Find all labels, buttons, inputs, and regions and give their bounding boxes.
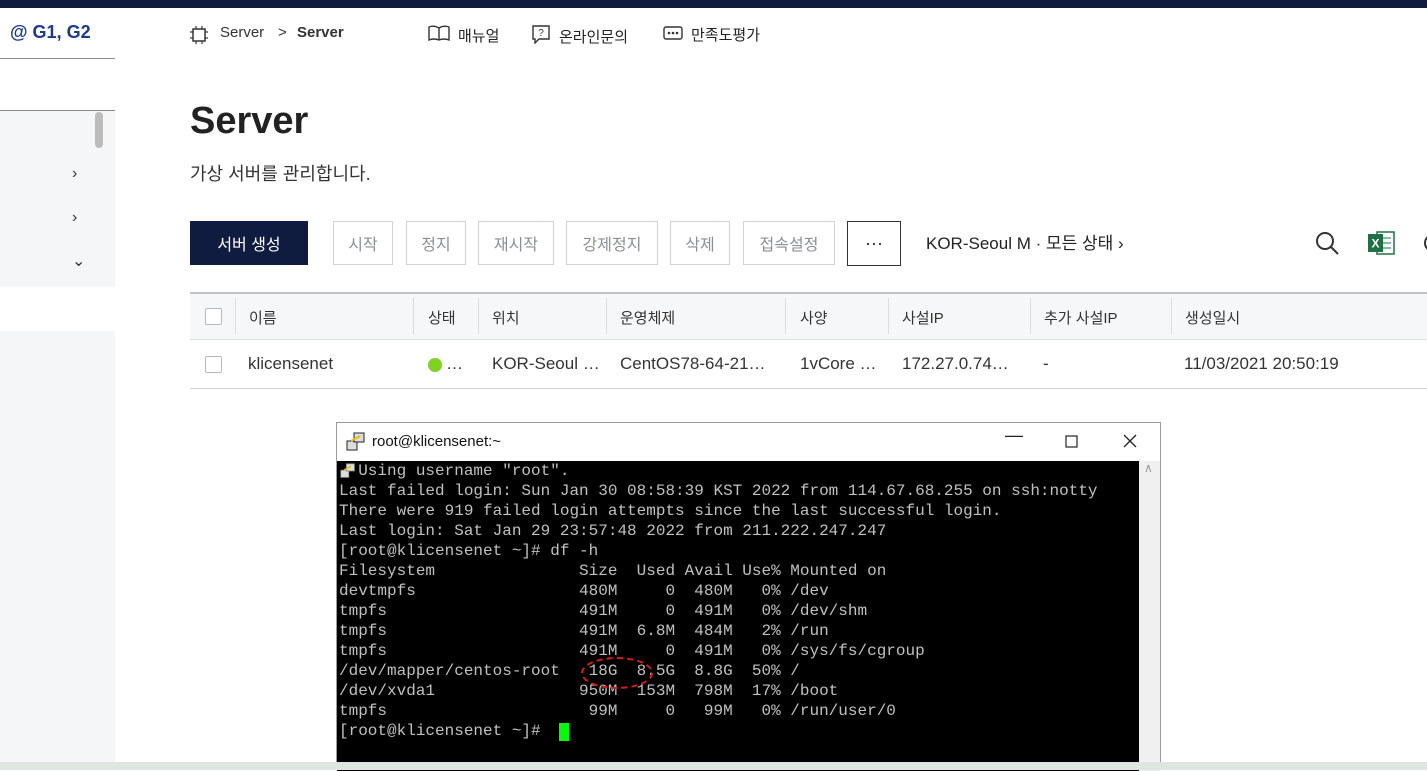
column-created[interactable]: 생성일시 [1185,307,1240,328]
sidebar: @ G1, G2 › › ⌄ [0,8,115,762]
terminal-line: /dev/xvda1 950M 153M 798M 17% /boot [339,682,839,700]
column-separator [235,298,236,334]
sidebar-brand[interactable]: @ G1, G2 [10,22,91,43]
cell-name[interactable]: klicensenet [248,354,333,374]
sidebar-scrollbar[interactable] [95,112,103,148]
terminal-line: There were 919 failed login attempts sin… [339,502,1002,520]
terminal-line: [root@klicensenet ~]# [339,722,551,740]
column-separator [478,298,479,334]
excel-icon[interactable]: X [1367,230,1395,261]
page-title: Server [190,100,309,142]
stop-button[interactable]: 정지 [406,221,466,265]
page-description: 가상 서버를 관리합니다. [190,164,371,184]
terminal-line: Filesystem Size Used Avail Use% Mounted … [339,562,887,580]
access-settings-button[interactable]: 접속설정 [743,221,835,265]
nav-inquiry[interactable]: ? 온라인문의 [531,24,628,48]
putty-icon [346,432,366,457]
terminal-line: tmpfs 491M 0 491M 0% /sys/fs/cgroup [339,642,925,660]
chevron-down-icon: ⌄ [72,253,86,270]
top-bar [0,0,1427,8]
restart-button[interactable]: 재시작 [478,221,554,265]
terminal-line: Last login: Sat Jan 29 23:57:48 2022 fro… [339,522,887,540]
cell-location: KOR-Seoul … [492,354,600,373]
column-separator [785,298,786,334]
column-name[interactable]: 이름 [249,307,277,328]
nav-inquiry-label: 온라인문의 [559,28,629,46]
region-status-filter[interactable]: KOR-Seoul M · 모든 상태 › [926,229,1124,254]
sidebar-item-1[interactable]: › [0,155,115,199]
column-separator [1030,298,1031,334]
svg-text:?: ? [538,28,544,39]
terminal-line: /dev/mapper/centos-root 18G 8.5G 8.8G 50… [339,662,800,680]
cell-extra-ip: - [1043,354,1049,373]
cell-status: … [446,354,463,373]
more-button[interactable]: ··· [847,221,901,266]
breadcrumb-parent[interactable]: Server [220,24,264,41]
question-icon: ? [531,24,551,48]
column-location[interactable]: 위치 [492,307,520,328]
column-separator [1171,298,1172,334]
column-separator [606,298,607,334]
nav-survey-label: 만족도평가 [691,27,761,44]
search-icon[interactable] [1314,230,1340,261]
nav-manual-label: 매뉴얼 [458,27,500,45]
column-private-ip[interactable]: 사설IP [902,307,944,328]
minimize-button[interactable]: — [1005,425,1023,446]
cell-os: CentOS78-64-21… [620,354,766,373]
maximize-button[interactable] [1065,432,1078,453]
status-running-indicator [428,358,442,372]
terminal-line: tmpfs 491M 6.8M 484M 2% /run [339,622,829,640]
sidebar-item-3[interactable]: ⌄ [0,243,115,287]
highlight-circle [581,657,653,689]
delete-button[interactable]: 삭제 [670,221,730,265]
sidebar-item-active[interactable] [0,287,115,331]
terminal-screen[interactable]: Using username "root". Last failed login… [337,461,1139,771]
terminal-scrollbar[interactable]: ∧ [1139,461,1160,771]
taskbar-strip [0,762,1427,770]
column-separator [413,298,414,334]
create-server-button[interactable]: 서버 생성 [190,221,308,265]
start-button[interactable]: 시작 [333,221,393,265]
terminal-title: root@klicensenet:~ [372,433,502,450]
nav-survey[interactable]: 만족도평가 [663,24,760,45]
terminal-line: [root@klicensenet ~]# df -h [339,542,599,560]
book-icon [428,24,450,46]
sidebar-item-2[interactable]: › [0,199,115,243]
select-all-checkbox[interactable] [205,308,222,325]
terminal-line: Using username "root". [358,462,570,480]
column-os[interactable]: 운영체제 [620,307,675,328]
cell-created: 11/03/2021 20:50:19 [1184,354,1339,373]
table-header: 이름 상태 위치 운영체제 사양 사설IP 추가 사설IP 생성일시 [190,294,1427,340]
terminal-line: tmpfs 99M 0 99M 0% /run/user/0 [339,702,896,720]
settings-icon[interactable] [1420,230,1427,261]
svg-text:X: X [1371,237,1379,251]
terminal-line: devtmpfs 480M 0 480M 0% /dev [339,582,829,600]
sidebar-section [0,59,115,111]
terminal-cursor [559,723,569,741]
scroll-up-icon[interactable]: ∧ [1144,461,1153,475]
terminal-line: Last failed login: Sun Jan 30 08:58:39 K… [339,482,1098,500]
force-stop-button[interactable]: 강제정지 [566,221,658,265]
cell-private-ip: 172.27.0.74… [902,354,1009,373]
breadcrumb-current: Server [297,24,344,41]
breadcrumb-separator: > [278,24,287,41]
sidebar-header: @ G1, G2 [0,8,115,59]
server-table: 이름 상태 위치 운영체제 사양 사설IP 추가 사설IP 생성일시 klice… [190,292,1427,389]
column-spec[interactable]: 사양 [800,307,828,328]
row-checkbox[interactable] [205,356,222,373]
chip-icon [189,25,209,50]
terminal-line: tmpfs 491M 0 491M 0% /dev/shm [339,602,868,620]
chevron-right-icon: › [72,209,78,226]
close-button[interactable] [1123,432,1137,453]
cell-spec: 1vCore … [800,354,877,373]
chevron-right-icon: › [72,165,78,182]
chat-dots-icon [663,25,683,45]
column-separator [888,298,889,334]
column-status[interactable]: 상태 [428,307,456,328]
terminal-output: Using username "root". Last failed login… [339,461,1098,741]
column-extra-ip[interactable]: 추가 사설IP [1044,307,1118,328]
terminal-window[interactable]: root@klicensenet:~ — Using username "roo… [336,422,1161,771]
nav-manual[interactable]: 매뉴얼 [428,24,499,46]
